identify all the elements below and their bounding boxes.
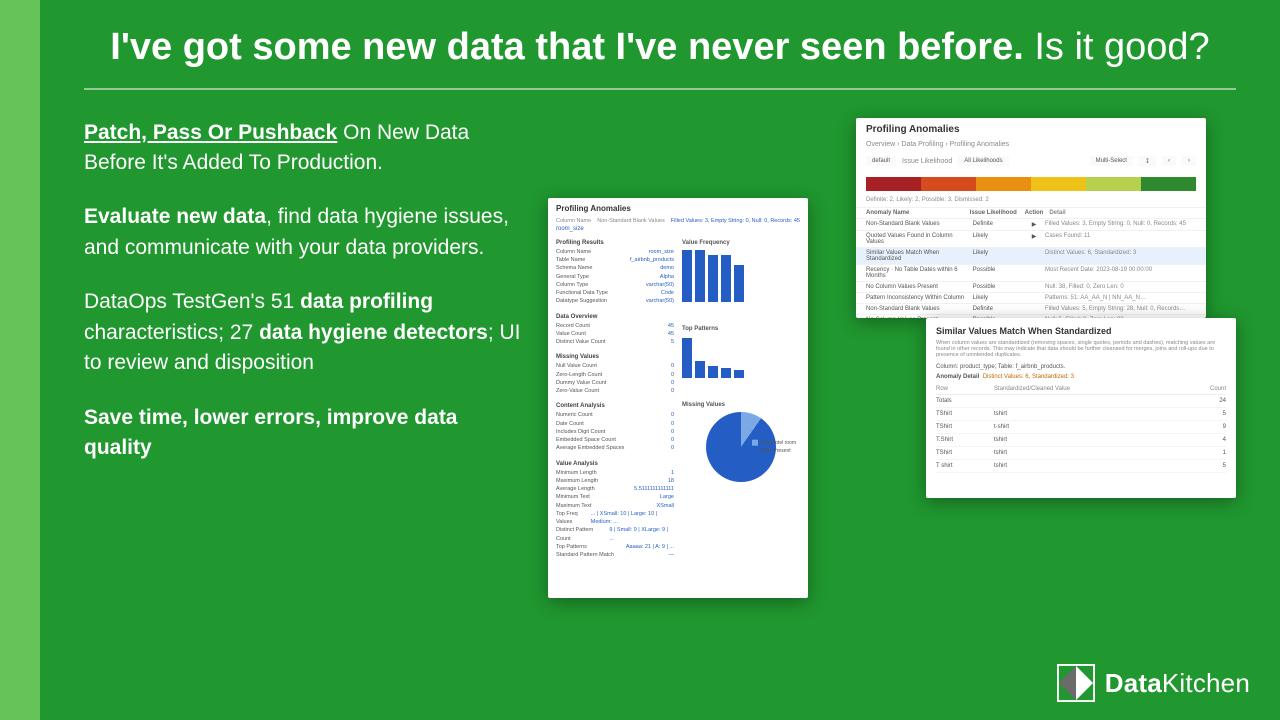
logo-icon	[1057, 664, 1095, 702]
table-row: TShirtt-shirt9	[936, 421, 1226, 434]
anomaly-row[interactable]: Non-Standard Blank ValuesDefinite▶Filled…	[856, 218, 1206, 230]
filter-label: Issue Likelihood	[902, 158, 952, 165]
table-row: TShirttshirt5	[936, 408, 1226, 421]
anomaly-row[interactable]: Similar Values Match When StandardizedLi…	[856, 247, 1206, 264]
card-similar-values: Similar Values Match When Standardized W…	[926, 318, 1236, 498]
paragraph-4: Save time, lower errors, improve data qu…	[84, 403, 524, 464]
paragraph-2: Evaluate new data, find data hygiene iss…	[84, 202, 524, 263]
anomalies-title: Profiling Anomalies	[856, 118, 1206, 141]
headline-rule	[84, 88, 1236, 90]
slide-content: I've got some new data that I've never s…	[40, 0, 1280, 720]
anomaly-row[interactable]: Non-Standard Blank ValuesDefiniteFilled …	[856, 303, 1206, 314]
likelihood-select[interactable]: All Likelihoods	[958, 156, 1008, 166]
right-screenshots: Profiling Anomalies Overview › Data Prof…	[548, 118, 1236, 598]
headline-bold: I've got some new data that I've never s…	[110, 26, 1023, 68]
similar-title: Similar Values Match When Standardized	[936, 326, 1226, 336]
headline-light: Is it good?	[1034, 26, 1209, 68]
datakitchen-logo: DataKitchen	[1057, 664, 1250, 702]
p1-lead: Patch, Pass Or Pushback	[84, 121, 337, 144]
heat-legend: Definite: 2, Likely: 2, Possible: 3, Dis…	[856, 197, 1206, 207]
similar-desc: When column values are standardized (rem…	[936, 340, 1226, 358]
value-frequency-chart	[682, 246, 800, 306]
breadcrumb: Overview › Data Profiling › Profiling An…	[856, 141, 1206, 152]
table-row: T shirttshirt5	[936, 460, 1226, 473]
anomaly-row[interactable]: No Column Values PresentPossibleNull: 38…	[856, 281, 1206, 292]
multi-select[interactable]: Multi-Select	[1090, 156, 1133, 166]
top-patterns-chart	[682, 332, 800, 382]
table-row: T.Shirttshirt4	[936, 434, 1226, 447]
card-profile-detail: Profiling Anomalies Column Name Non-Stan…	[548, 198, 808, 598]
table-row: Totals24	[936, 395, 1226, 408]
left-column: Patch, Pass Or Pushback On New Data Befo…	[84, 118, 524, 598]
card-profiling-anomalies: Profiling Anomalies Overview › Data Prof…	[856, 118, 1206, 318]
next-page-icon[interactable]: ›	[1182, 156, 1196, 166]
profile-title: Profiling Anomalies	[556, 204, 800, 213]
anomaly-row[interactable]: Quoted Values Found in Column ValuesLike…	[856, 230, 1206, 247]
table-row: TShirttshirt1	[936, 447, 1226, 460]
filter-default[interactable]: default	[866, 156, 896, 166]
anomaly-row[interactable]: Recency · No Table Dates within 6 Months…	[856, 264, 1206, 281]
left-accent-bar	[0, 0, 40, 720]
export-icon[interactable]: ↧	[1139, 156, 1156, 167]
anomaly-row[interactable]: Pattern Inconsistency Within ColumnLikel…	[856, 292, 1206, 303]
headline: I've got some new data that I've never s…	[84, 24, 1236, 72]
heat-bar	[866, 177, 1196, 191]
anomaly-row[interactable]: No Column Values PresentPossibleNull: 5,…	[856, 314, 1206, 318]
filter-row: default Issue Likelihood All Likelihoods…	[856, 152, 1206, 171]
similar-context: Column: product_type; Table: f_airbnb_pr…	[936, 364, 1226, 370]
paragraph-1: Patch, Pass Or Pushback On New Data Befo…	[84, 118, 524, 179]
paragraph-3: DataOps TestGen's 51 data profiling char…	[84, 287, 524, 378]
prev-page-icon[interactable]: ‹	[1162, 156, 1176, 166]
